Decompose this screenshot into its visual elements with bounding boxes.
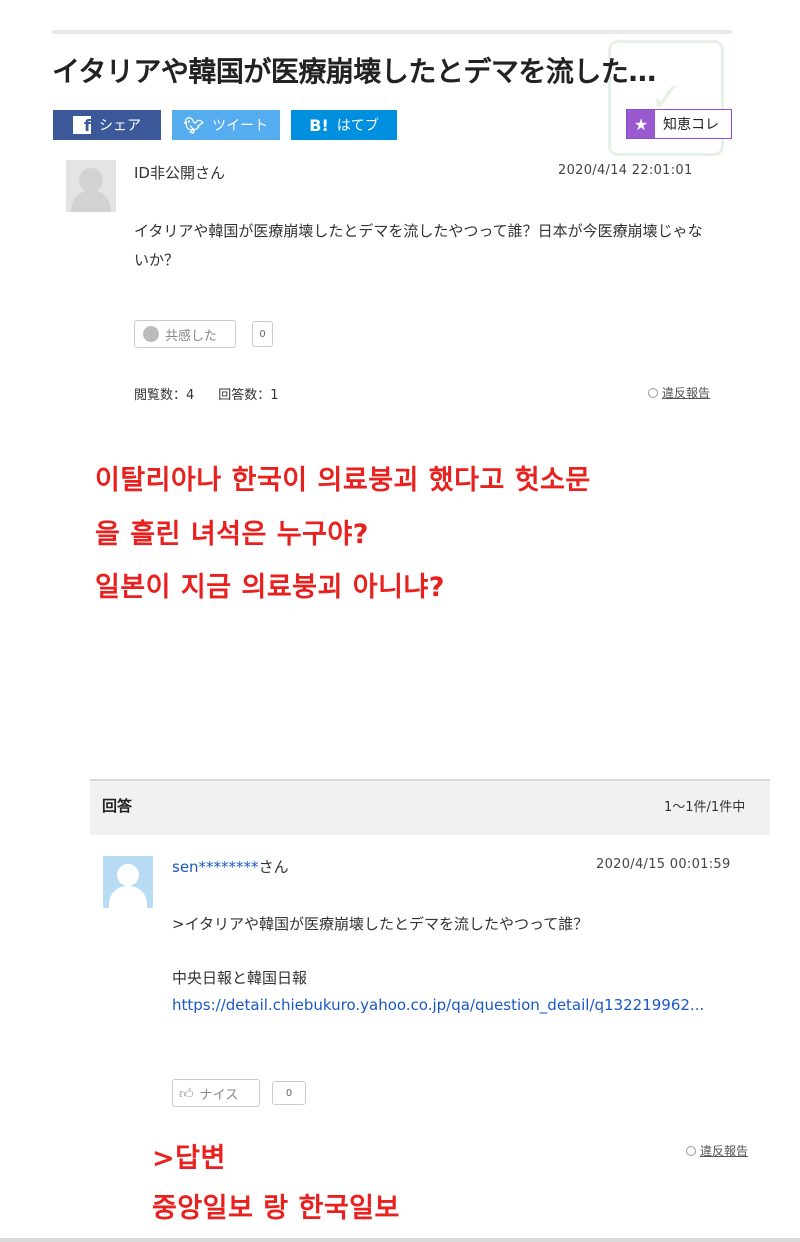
facebook-share-button[interactable]: f シェア [53, 110, 161, 140]
twitter-share-label: ツイート [212, 118, 269, 134]
hatena-label: はてブ [336, 118, 379, 134]
answer-author-suffix: さん [258, 858, 289, 876]
answer-author-avatar[interactable] [103, 856, 153, 908]
hatena-icon: B! [309, 115, 329, 135]
question-title: イタリアや韓国が医療崩壊したとデマを流した… [52, 55, 656, 88]
answers-range: 1〜1件/1件中 [664, 800, 746, 815]
empathy-label: 共感した [165, 328, 218, 344]
view-count: 閲覧数：4 [134, 388, 195, 403]
korean-translation-line-2: 을 흘린 녀석은 누구야? [95, 519, 369, 550]
question-body: イタリアや韓国が医療崩壊したとデマを流したやつって誰？日本が今医療崩壊じゃないか… [134, 222, 703, 269]
report-label: 違反報告 [662, 386, 711, 400]
nice-count: 0 [272, 1081, 306, 1105]
question-stats: 閲覧数：4 回答数：1 [134, 384, 303, 403]
korean-translation-line-1: 이탈리아나 한국이 의료붕괴 했다고 헛소문 [95, 465, 591, 496]
twitter-share-button[interactable]: 🐦︎ ツイート [172, 110, 280, 140]
twitter-icon: 🐦︎ [183, 115, 205, 135]
top-divider [52, 30, 732, 34]
bottom-divider [0, 1238, 800, 1242]
smile-icon [143, 326, 159, 342]
report-icon [686, 1145, 696, 1156]
answer-link[interactable]: https://detail.chiebukuro.yahoo.co.jp/qa… [172, 993, 762, 1017]
question-date: 2020/4/14 22:01:01 [558, 163, 693, 178]
answer-count: 回答数：1 [218, 388, 279, 403]
question-author-avatar [66, 160, 116, 212]
nice-button[interactable]: 👍︎ ナイス [172, 1079, 260, 1107]
hatena-bookmark-button[interactable]: B! はてブ [291, 110, 397, 140]
answer-quote: >イタリアや韓国が医療崩壊したとデマを流したやつって誰？ [172, 915, 589, 933]
facebook-share-label: シェア [99, 118, 141, 134]
korean-answer-label: >답변 [152, 1143, 226, 1174]
empathy-button[interactable]: 共感した [134, 320, 236, 348]
answer-author: sen********さん [172, 856, 289, 877]
star-icon: ★ [627, 110, 655, 138]
question-report-link[interactable]: 違反報告 [648, 384, 710, 401]
report-label: 違反報告 [700, 1144, 749, 1158]
thumbs-up-icon: 👍︎ [179, 1085, 194, 1102]
korean-translation-line-3: 일본이 지금 의료붕괴 아니냐? [95, 572, 445, 603]
answer-report-link[interactable]: 違反報告 [686, 1142, 748, 1159]
answer-text: 中央日報と韓国日報 [172, 969, 308, 987]
answers-title: 回答 [102, 797, 133, 815]
facebook-icon: f [73, 116, 91, 134]
korean-answer-text: 중앙일보 랑 한국일보 [152, 1193, 400, 1224]
report-icon [648, 387, 658, 398]
chiekore-button[interactable]: ★ 知恵コレ [626, 109, 732, 139]
nice-label: ナイス [199, 1087, 239, 1103]
question-author: ID非公開さん [134, 164, 225, 182]
answer-author-link[interactable]: sen******** [172, 858, 259, 876]
answer-date: 2020/4/15 00:01:59 [596, 857, 731, 872]
empathy-count: 0 [252, 321, 273, 347]
chiekore-label: 知恵コレ [663, 117, 719, 133]
